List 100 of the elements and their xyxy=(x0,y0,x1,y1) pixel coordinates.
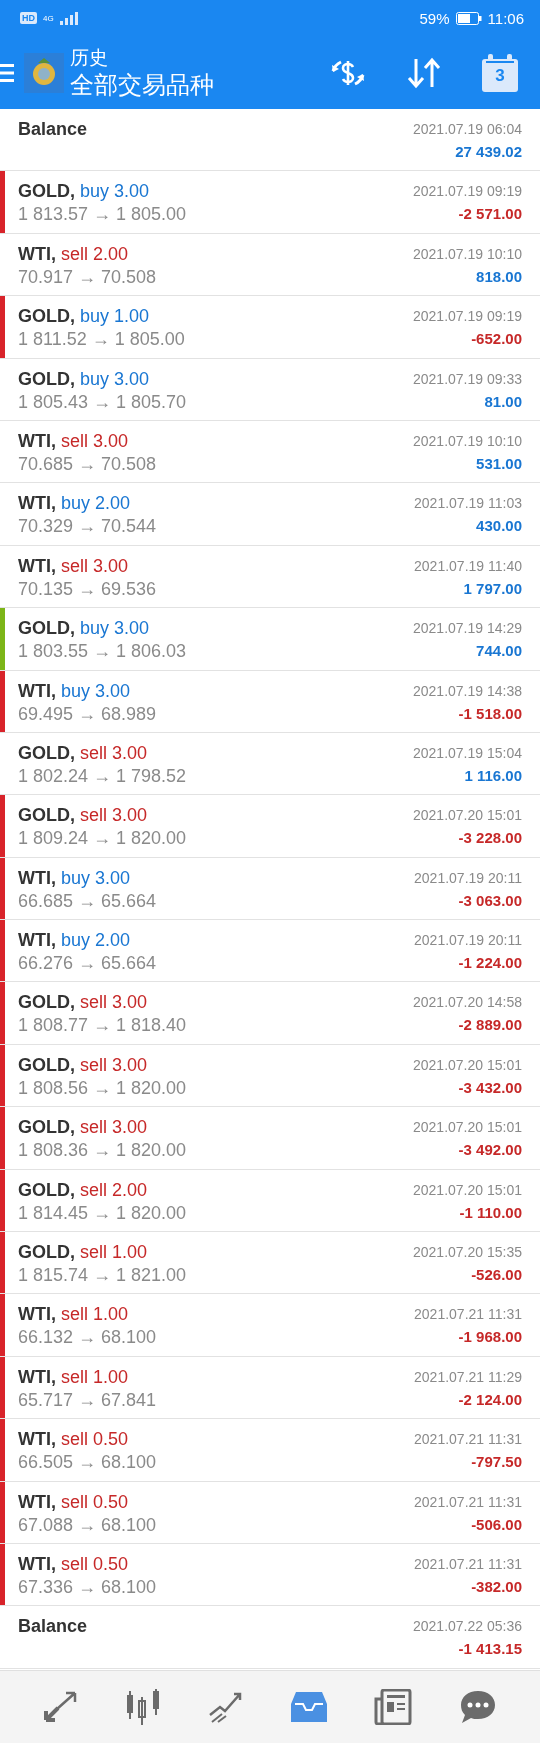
symbol-name: WTI, xyxy=(18,680,56,701)
profit-value: -506.00 xyxy=(471,1514,522,1535)
price-range: 67.088 → 68.100 xyxy=(18,1513,158,1536)
symbol-name: GOLD, xyxy=(18,1117,75,1138)
price-range: 66.505 → 68.100 xyxy=(18,1451,158,1474)
trade-time: 2021.07.22 05:36 xyxy=(413,1617,522,1636)
chat-icon[interactable] xyxy=(458,1689,497,1725)
symbol-name: WTI, xyxy=(18,243,56,264)
trade-time: 2021.07.20 15:35 xyxy=(413,1243,522,1262)
profit-value: -2 571.00 xyxy=(458,204,522,225)
profit-value: 81.00 xyxy=(484,391,522,412)
clock: 11:06 xyxy=(487,9,524,27)
profit-value: 531.00 xyxy=(476,453,522,474)
order-volume: buy 1.00 xyxy=(80,306,150,327)
order-volume: buy 3.00 xyxy=(80,618,150,639)
trade-time: 2021.07.19 14:38 xyxy=(413,681,522,700)
order-volume: buy 3.00 xyxy=(61,867,131,888)
battery-icon xyxy=(455,11,482,25)
network-type: 4G xyxy=(43,13,54,23)
order-volume: sell 3.00 xyxy=(61,430,129,451)
price-range: 1 802.24 → 1 798.52 xyxy=(18,764,188,787)
order-volume: buy 2.00 xyxy=(61,493,131,514)
symbol-name: WTI, xyxy=(18,1366,56,1387)
trade-time: 2021.07.19 20:11 xyxy=(414,868,522,887)
profit-value: -797.50 xyxy=(471,1452,522,1473)
symbol-name: WTI, xyxy=(18,1491,56,1512)
profit-value: 430.00 xyxy=(476,516,522,537)
symbol-name: WTI, xyxy=(18,1429,56,1450)
trade-time: 2021.07.20 14:58 xyxy=(413,993,522,1012)
price-range: 70.917 → 70.508 xyxy=(18,265,158,288)
symbol-name: WTI, xyxy=(18,1304,56,1325)
profit-value: 1 116.00 xyxy=(464,765,522,786)
symbol-name: WTI, xyxy=(18,555,56,576)
profit-value: -1 413.15 xyxy=(458,1639,522,1660)
calendar-icon xyxy=(482,53,518,92)
symbol-name: GOLD, xyxy=(18,181,75,202)
price-range: 70.135 → 69.536 xyxy=(18,577,158,600)
trade-time: 2021.07.20 15:01 xyxy=(413,806,522,825)
trade-time: 2021.07.19 14:29 xyxy=(413,619,522,638)
trade-time: 2021.07.20 15:01 xyxy=(413,1055,522,1074)
symbol-name: GOLD, xyxy=(18,306,75,327)
symbol-name: GOLD, xyxy=(18,992,75,1013)
trend-line-icon[interactable] xyxy=(207,1691,244,1723)
trade-time: 2021.07.21 11:31 xyxy=(414,1430,522,1449)
profit-value: -3 492.00 xyxy=(458,1140,522,1161)
symbol-name: GOLD, xyxy=(18,742,75,763)
price-range: 1 813.57 → 1 805.00 xyxy=(18,203,188,226)
sort-icon[interactable] xyxy=(406,56,442,89)
price-range: 66.276 → 65.664 xyxy=(18,952,158,975)
menu-icon[interactable] xyxy=(0,61,16,84)
price-range: 1 809.24 → 1 820.00 xyxy=(18,827,188,850)
order-volume: sell 2.00 xyxy=(80,1179,148,1200)
balance-label: Balance xyxy=(18,119,88,139)
price-range: 1 808.56 → 1 820.00 xyxy=(18,1076,188,1099)
profit-value: -3 228.00 xyxy=(458,828,522,849)
profit-value: -526.00 xyxy=(471,1265,522,1286)
trade-time: 2021.07.19 20:11 xyxy=(414,931,522,950)
order-volume: sell 3.00 xyxy=(80,1054,148,1075)
order-volume: sell 0.50 xyxy=(61,1554,129,1574)
symbol-name: GOLD, xyxy=(18,368,75,389)
trade-time: 2021.07.19 10:10 xyxy=(413,244,522,263)
order-volume: sell 0.50 xyxy=(61,1491,129,1512)
inbox-icon[interactable] xyxy=(290,1690,329,1724)
order-volume: sell 1.00 xyxy=(61,1366,129,1387)
profit-value: 818.00 xyxy=(476,266,522,287)
symbol-name: WTI, xyxy=(18,930,56,951)
price-range: 1 811.52 → 1 805.00 xyxy=(18,328,186,351)
hd-indicator: HD xyxy=(20,12,37,24)
trade-time: 2021.07.19 11:40 xyxy=(414,556,522,575)
order-volume: sell 3.00 xyxy=(80,805,148,826)
order-volume: sell 1.00 xyxy=(80,1242,148,1263)
symbol-name: WTI, xyxy=(18,867,56,888)
price-range: 1 815.74 → 1 821.00 xyxy=(18,1264,188,1287)
trade-time: 2021.07.21 11:31 xyxy=(414,1555,522,1573)
trade-time: 2021.07.21 11:31 xyxy=(414,1492,522,1511)
symbol-name: GOLD, xyxy=(18,1054,75,1075)
symbol-name: GOLD, xyxy=(18,618,75,639)
candlestick-icon[interactable] xyxy=(125,1689,162,1725)
price-range: 66.685 → 65.664 xyxy=(18,889,158,912)
price-range: 1 805.43 → 1 805.70 xyxy=(18,390,188,413)
order-volume: sell 0.50 xyxy=(61,1429,129,1450)
trade-time: 2021.07.19 10:10 xyxy=(413,431,522,450)
newspaper-icon[interactable] xyxy=(374,1689,413,1725)
symbol-filter[interactable]: 全部交易品种 xyxy=(70,69,330,100)
calendar-button[interactable]: 3 xyxy=(482,53,518,92)
screen-title: 历史 xyxy=(70,45,109,70)
trade-time: 2021.07.21 11:31 xyxy=(414,1305,522,1324)
trade-time: 2021.07.19 09:33 xyxy=(413,369,522,388)
symbol-name: WTI, xyxy=(18,493,56,514)
balance-label: Balance xyxy=(18,1616,88,1637)
price-range: 1 808.77 → 1 818.40 xyxy=(18,1014,188,1037)
trade-time: 2021.07.19 09:19 xyxy=(413,182,522,201)
profit-value: -382.00 xyxy=(471,1577,522,1597)
signal-icon xyxy=(59,11,78,25)
trade-time: 2021.07.19 15:04 xyxy=(413,743,522,762)
profit-value: 1 797.00 xyxy=(463,578,522,599)
symbol-name: GOLD, xyxy=(18,1242,75,1263)
profit-value: 27 439.02 xyxy=(455,142,522,162)
price-range: 65.717 → 67.841 xyxy=(18,1388,158,1411)
price-range: 66.132 → 68.100 xyxy=(18,1326,158,1349)
